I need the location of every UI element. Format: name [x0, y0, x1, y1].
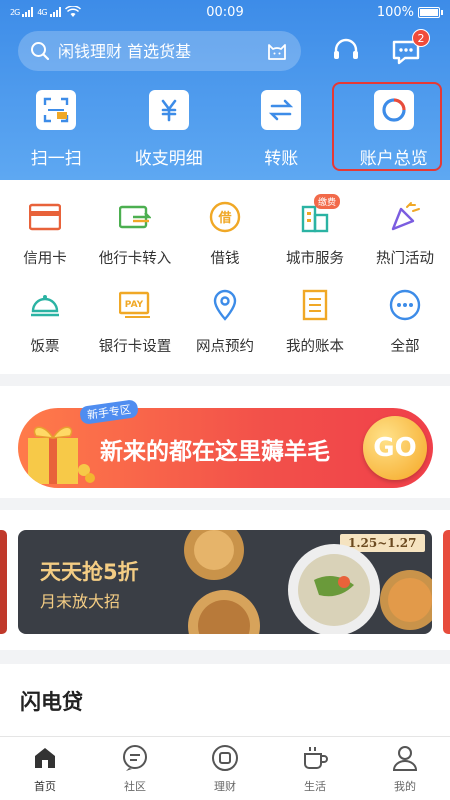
quick-action-label: 扫一扫 — [30, 149, 82, 169]
income-expense-button[interactable]: 收支明细 — [113, 82, 226, 172]
tab-home[interactable]: 首页 — [0, 737, 90, 800]
search-icon — [31, 42, 50, 61]
messages-button[interactable]: 2 — [390, 29, 430, 67]
signal-icon-2 — [49, 7, 61, 17]
go-button[interactable]: GO — [363, 416, 427, 480]
home-icon — [35, 748, 55, 768]
tab-bar: 首页 社区 理财 生活 我的 — [0, 736, 450, 800]
grid-item-borrow[interactable]: 借 借钱 — [180, 194, 270, 282]
city-badge: 缴费 — [314, 194, 341, 209]
borrow-glyph: 借 — [217, 210, 231, 226]
flash-loan-section: 闪电贷 — [0, 664, 450, 736]
search-input[interactable] — [58, 41, 265, 61]
dining-icon — [31, 295, 59, 317]
header: 2G 4G 00:09 100% 2 扫一扫 — [0, 0, 450, 180]
borrow-icon: 借 — [209, 201, 241, 233]
grid-item-ledger[interactable]: 我的账本 — [270, 282, 360, 370]
food-banner-title: 天天抢5折 — [40, 560, 139, 584]
community-icon — [123, 745, 147, 771]
section-title: 闪电贷 — [20, 690, 83, 714]
status-bar: 2G 4G 00:09 100% — [0, 0, 450, 24]
scan-icon — [44, 97, 69, 123]
quick-action-label: 收支明细 — [134, 149, 203, 169]
grid-label: 信用卡 — [23, 251, 67, 267]
grid-item-bank-card-settings[interactable]: PAY 银行卡设置 — [90, 282, 180, 370]
grid-label: 城市服务 — [286, 251, 344, 267]
grid-item-branch-booking[interactable]: 网点预约 — [180, 282, 270, 370]
tab-label: 首页 — [34, 780, 56, 793]
clock: 00:09 — [206, 4, 244, 20]
highlight-box — [332, 82, 442, 171]
signal-icon — [22, 7, 34, 17]
promo-text: 新来的都在这里薅羊毛 — [100, 439, 330, 465]
signal-label-2: 4G — [37, 7, 47, 17]
grid-item-city-services[interactable]: 缴费 城市服务 — [270, 194, 360, 282]
grid-label: 银行卡设置 — [98, 339, 172, 355]
function-grid: 信用卡 他行卡转入 借 借钱 缴费 城市服务 热门活动 饭票 PAY 银行卡设置… — [0, 180, 450, 374]
finance-icon — [212, 745, 238, 771]
promo-banner[interactable]: 新来的都在这里薅羊毛 GO — [18, 408, 433, 488]
more-icon — [389, 289, 421, 321]
grid-item-all[interactable]: 全部 — [360, 282, 450, 370]
battery-percent: 100% — [376, 4, 414, 20]
grid-label: 借钱 — [210, 251, 240, 267]
yuan-icon — [161, 99, 177, 122]
food-banner[interactable]: 天天抢5折 月末放大招 1.25~1.27 — [18, 530, 432, 634]
signal-label-1: 2G — [10, 7, 20, 17]
location-icon — [213, 289, 237, 321]
credit-card-icon — [29, 203, 61, 231]
search-bar[interactable] — [18, 31, 301, 71]
promo-section: 新来的都在这里薅羊毛 GO 新手专区 — [0, 386, 450, 498]
grid-item-dining[interactable]: 饭票 — [0, 282, 90, 370]
tab-label: 生活 — [304, 780, 326, 793]
tab-profile[interactable]: 我的 — [360, 737, 450, 800]
coffee-icon — [304, 747, 328, 769]
tab-label: 我的 — [394, 780, 416, 793]
customer-service-button[interactable] — [330, 35, 362, 67]
quick-action-label: 转账 — [264, 149, 299, 169]
transfer-icon — [269, 99, 294, 121]
headset-icon — [334, 38, 358, 59]
wifi-icon — [64, 6, 81, 17]
grid-item-hot-events[interactable]: 热门活动 — [360, 194, 450, 282]
grid-label: 我的账本 — [286, 339, 344, 355]
transfer-button[interactable]: 转账 — [225, 82, 338, 172]
food-banner-subtitle: 月末放大招 — [40, 592, 121, 611]
grid-label: 网点预约 — [196, 339, 254, 355]
food-section: 天天抢5折 月末放大招 1.25~1.27 — [0, 510, 450, 650]
grid-label: 全部 — [390, 339, 420, 355]
grid-label: 饭票 — [30, 339, 60, 355]
message-badge: 2 — [412, 29, 430, 47]
card-transfer-icon — [119, 205, 151, 229]
grid-label: 热门活动 — [376, 251, 434, 267]
grid-item-credit-card[interactable]: 信用卡 — [0, 194, 90, 282]
profile-icon — [392, 746, 418, 771]
cat-mascot-icon[interactable] — [265, 39, 289, 63]
battery-icon — [417, 6, 443, 18]
grid-label: 他行卡转入 — [98, 251, 172, 267]
tab-life[interactable]: 生活 — [270, 737, 360, 800]
tab-finance[interactable]: 理财 — [180, 737, 270, 800]
grid-item-card-transfer[interactable]: 他行卡转入 — [90, 194, 180, 282]
carousel-peek-left — [0, 530, 7, 634]
tab-label: 理财 — [214, 780, 236, 793]
ledger-icon — [302, 289, 328, 321]
food-image — [184, 530, 432, 634]
party-icon — [391, 202, 420, 231]
tab-label: 社区 — [124, 780, 146, 793]
scan-button[interactable]: 扫一扫 — [0, 82, 113, 172]
pay-glyph: PAY — [125, 300, 144, 310]
carousel-peek-right — [443, 530, 450, 634]
tab-community[interactable]: 社区 — [90, 737, 180, 800]
pay-card-icon: PAY — [119, 291, 150, 318]
